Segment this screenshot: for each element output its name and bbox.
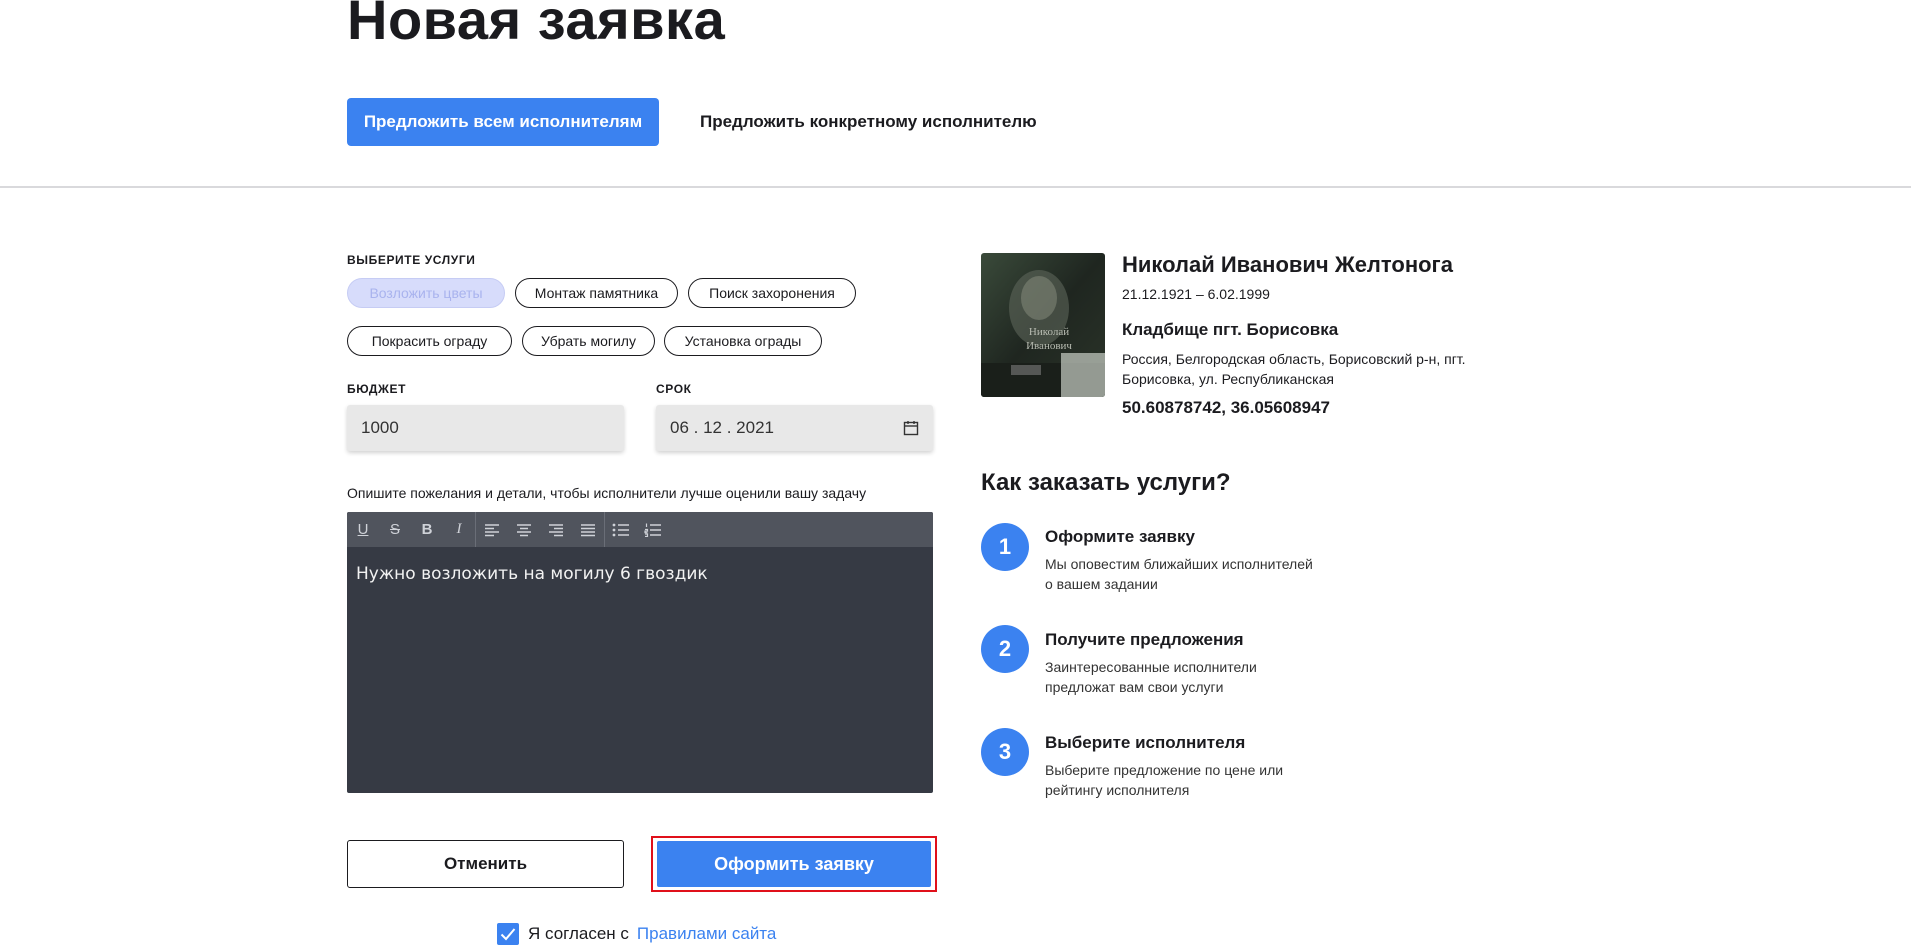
deadline-value: 06 . 12 . 2021 bbox=[670, 418, 774, 437]
agreement-row: Я согласен с Правилами сайта bbox=[497, 922, 776, 946]
chip-lay-flowers[interactable]: Возложить цветы bbox=[347, 278, 505, 308]
agreement-text: Я согласен с bbox=[528, 924, 629, 943]
step-title: Оформите заявку bbox=[1045, 527, 1195, 546]
deadline-label: СРОК bbox=[656, 382, 692, 396]
header-divider bbox=[0, 186, 1911, 188]
align-left-icon[interactable] bbox=[476, 512, 508, 547]
chip-clean-grave[interactable]: Убрать могилу bbox=[522, 326, 655, 356]
description-text[interactable]: Нужно возложить на могилу 6 гвоздик bbox=[356, 564, 708, 584]
step-number: 3 bbox=[981, 728, 1029, 776]
italic-icon[interactable]: I bbox=[443, 512, 475, 547]
chip-paint-fence[interactable]: Покрасить ограду bbox=[347, 326, 512, 356]
budget-input[interactable]: 1000 bbox=[347, 405, 624, 451]
step-description: Заинтересованные исполнители предложат в… bbox=[1045, 659, 1257, 695]
person-name: Николай Иванович Желтонога bbox=[1122, 252, 1453, 277]
how-to-title: Как заказать услуги? bbox=[981, 469, 1231, 496]
budget-value: 1000 bbox=[361, 418, 399, 437]
page-title: Новая заявка bbox=[347, 0, 726, 51]
align-right-icon[interactable] bbox=[540, 512, 572, 547]
step-number: 1 bbox=[981, 523, 1029, 571]
step-description: Мы оповестим ближайших исполнителей о ва… bbox=[1045, 556, 1313, 592]
align-center-icon[interactable] bbox=[508, 512, 540, 547]
site-rules-link[interactable]: Правилами сайта bbox=[637, 924, 776, 944]
step-number: 2 bbox=[981, 625, 1029, 673]
step-title: Выберите исполнителя bbox=[1045, 733, 1246, 752]
numbered-list-icon[interactable] bbox=[637, 512, 669, 547]
bold-icon[interactable]: B bbox=[411, 512, 443, 547]
grave-coordinates: 50.60878742, 36.05608947 bbox=[1122, 398, 1330, 417]
step-title: Получите предложения bbox=[1045, 630, 1244, 649]
editor-toolbar: U S B I bbox=[347, 512, 933, 547]
description-hint: Опишите пожелания и детали, чтобы исполн… bbox=[347, 485, 867, 501]
chip-monument-install[interactable]: Монтаж памятника bbox=[515, 278, 678, 308]
agree-checkbox[interactable] bbox=[497, 923, 519, 945]
submit-button[interactable]: Оформить заявку bbox=[657, 841, 931, 887]
grave-photo: Николай Иванович bbox=[981, 253, 1105, 397]
cancel-button[interactable]: Отменить bbox=[347, 840, 624, 888]
tab-offer-all[interactable]: Предложить всем исполнителям bbox=[347, 98, 659, 146]
budget-label: БЮДЖЕТ bbox=[347, 382, 407, 396]
description-editor[interactable]: U S B I Нужно возложить на могилу 6 гвоз… bbox=[347, 512, 933, 793]
step-description: Выберите предложение по цене или рейтинг… bbox=[1045, 762, 1284, 798]
submit-highlight: Оформить заявку bbox=[651, 836, 937, 892]
tab-offer-specific[interactable]: Предложить конкретному исполнителю bbox=[700, 98, 1037, 146]
person-dates: 21.12.1921 – 6.02.1999 bbox=[1122, 286, 1270, 302]
bullet-list-icon[interactable] bbox=[605, 512, 637, 547]
deadline-input[interactable]: 06 . 12 . 2021 bbox=[656, 405, 933, 451]
chip-grave-search[interactable]: Поиск захоронения bbox=[688, 278, 856, 308]
cemetery-address: Россия, Белгородская область, Борисовски… bbox=[1122, 351, 1466, 387]
calendar-icon[interactable] bbox=[903, 420, 919, 436]
strikethrough-icon[interactable]: S bbox=[379, 512, 411, 547]
chip-fence-install[interactable]: Установка ограды bbox=[664, 326, 822, 356]
services-label: ВЫБЕРИТЕ УСЛУГИ bbox=[347, 253, 476, 267]
align-justify-icon[interactable] bbox=[572, 512, 604, 547]
cemetery-name: Кладбище пгт. Борисовка bbox=[1122, 320, 1339, 339]
underline-icon[interactable]: U bbox=[347, 512, 379, 547]
photo-inscription: Николай Иванович bbox=[1026, 326, 1072, 352]
